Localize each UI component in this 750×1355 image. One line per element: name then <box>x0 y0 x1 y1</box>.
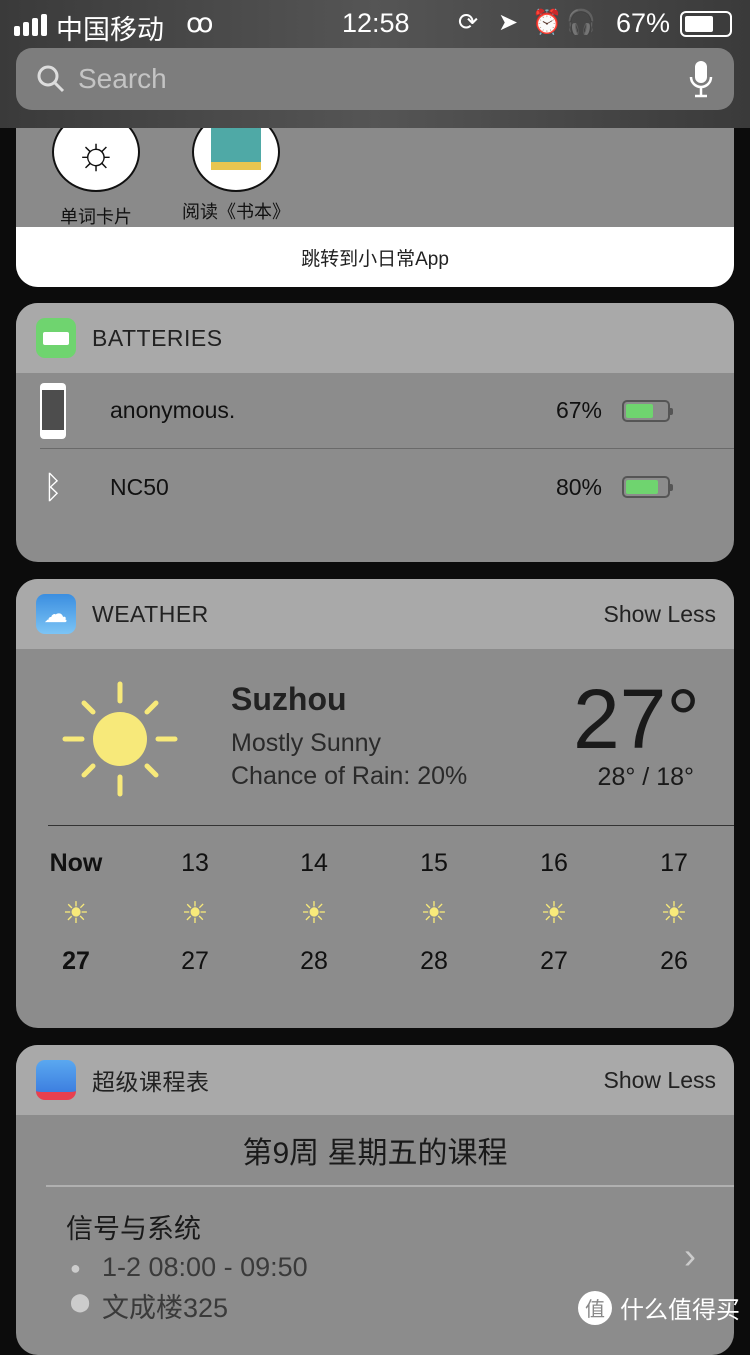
forecast-item: 14 ☀ 28 <box>254 849 374 976</box>
status-bar: 中国移动 ꝏ 12:58 ⟳ ➤ ⏰ 🎧 67% <box>0 8 750 45</box>
forecast-temp: 26 <box>660 947 688 975</box>
device-percent: 80% <box>555 473 602 500</box>
battery-level-icon <box>622 399 673 422</box>
device-name: NC50 <box>110 473 169 500</box>
alarm-icon: ⏰ <box>532 9 562 36</box>
watermark-text: 什么值得买 <box>620 1297 740 1324</box>
search-input[interactable]: Search <box>78 63 167 95</box>
battery-percent: 67% <box>616 8 671 38</box>
forecast-item: Now ☀ 27 <box>16 849 136 976</box>
show-less-button[interactable]: Show Less <box>603 1067 716 1094</box>
location-pin-icon: ⬤ <box>70 1292 91 1312</box>
clock: 12:58 <box>342 8 410 38</box>
hotspot-icon: ꝏ <box>186 8 214 38</box>
forecast-temp: 27 <box>540 947 568 975</box>
rotation-lock-icon: ⟳ <box>458 9 479 36</box>
signal-icon <box>14 14 47 36</box>
condition: Mostly Sunny <box>231 729 382 757</box>
forecast-item: 15 ☀ 28 <box>374 849 494 976</box>
microphone-icon[interactable] <box>688 59 714 99</box>
weather-header: ☁ WEATHER Show Less <box>16 579 734 649</box>
rain-chance: Chance of Rain: 20% <box>231 762 468 790</box>
sun-icon: ☀ <box>181 897 209 930</box>
forecast-label: 16 <box>540 849 568 877</box>
forecast-item: 17 ☀ 26 <box>614 849 734 976</box>
forecast-label: 14 <box>300 849 328 877</box>
search-bar[interactable]: Search <box>16 48 734 110</box>
location-icon: ➤ <box>498 9 519 36</box>
batteries-title: BATTERIES <box>92 324 223 351</box>
forecast-temp: 28 <box>420 947 448 975</box>
batteries-header: BATTERIES <box>16 303 734 373</box>
sun-icon: ☀ <box>300 897 328 930</box>
batteries-widget: BATTERIES anonymous. 67% ᛒ NC50 80% <box>16 303 734 562</box>
forecast-label: 15 <box>420 849 448 877</box>
battery-icon <box>680 11 732 37</box>
search-icon <box>37 65 65 93</box>
clock-icon: ● <box>70 1258 81 1278</box>
battery-row: ᛒ NC50 80% <box>40 449 734 525</box>
headphones-icon: 🎧 <box>566 9 596 36</box>
chevron-right-icon[interactable]: › <box>684 1235 696 1277</box>
sun-icon: ☀ <box>420 897 448 930</box>
device-percent: 67% <box>555 397 602 423</box>
device-name: anonymous. <box>110 397 236 423</box>
carrier: 中国移动 <box>56 15 164 45</box>
course-header: 超级课程表 Show Less <box>16 1045 734 1115</box>
hourly-forecast: Now ☀ 27 13 ☀ 27 14 ☀ 28 15 ☀ 28 16 ☀ 27 17 ☀ 26 <box>16 849 734 1009</box>
weather-title: WEATHER <box>92 600 209 627</box>
course-time: 1-2 08:00 - 09:50 <box>102 1252 308 1282</box>
course-widget-title: 超级课程表 <box>92 1069 210 1095</box>
course-heading: 第9周 星期五的课程 <box>242 1137 508 1170</box>
show-less-button[interactable]: Show Less <box>603 601 716 628</box>
sun-icon: ☀ <box>62 897 90 930</box>
forecast-label: 17 <box>660 849 688 877</box>
iphone-icon <box>40 382 66 439</box>
hi-lo-temp: 28° / 18° <box>597 763 694 791</box>
sun-icon: ☀ <box>540 897 568 930</box>
battery-level-icon <box>622 476 673 498</box>
forecast-label: 13 <box>181 849 209 877</box>
forecast-temp: 27 <box>62 947 90 975</box>
divider <box>48 825 734 826</box>
batteries-app-icon <box>36 318 76 358</box>
word-card-label[interactable]: 单词卡片 <box>36 203 156 227</box>
watermark-logo-icon: 值 <box>578 1290 612 1325</box>
weather-widget: ☁ WEATHER Show Less Suzhou Mostly Sunny … <box>16 579 734 1028</box>
current-temp: 27° <box>572 672 700 766</box>
forecast-temp: 27 <box>181 947 209 975</box>
forecast-item: 13 ☀ 27 <box>135 849 255 976</box>
top-bar: 中国移动 ꝏ 12:58 ⟳ ➤ ⏰ 🎧 67% Search <box>0 0 750 128</box>
open-app-button[interactable]: 跳转到小日常App <box>16 227 734 287</box>
forecast-temp: 28 <box>300 947 328 975</box>
course-name[interactable]: 信号与系统 <box>66 1207 201 1246</box>
course-app-icon <box>36 1060 76 1100</box>
bluetooth-icon: ᛒ <box>43 468 63 505</box>
divider <box>46 1185 734 1187</box>
sun-icon: ☀ <box>660 897 688 930</box>
watermark: 值 什么值得买 <box>578 1290 740 1325</box>
forecast-item: 16 ☀ 27 <box>494 849 614 976</box>
reading-book-label[interactable]: 阅读《书本》 <box>176 200 296 227</box>
weather-app-icon: ☁ <box>36 594 76 634</box>
forecast-label: Now <box>49 849 103 877</box>
battery-row: anonymous. 67% <box>40 373 734 449</box>
city: Suzhou <box>231 681 347 717</box>
course-location: 文成楼325 <box>102 1293 229 1323</box>
sun-icon <box>62 681 178 797</box>
